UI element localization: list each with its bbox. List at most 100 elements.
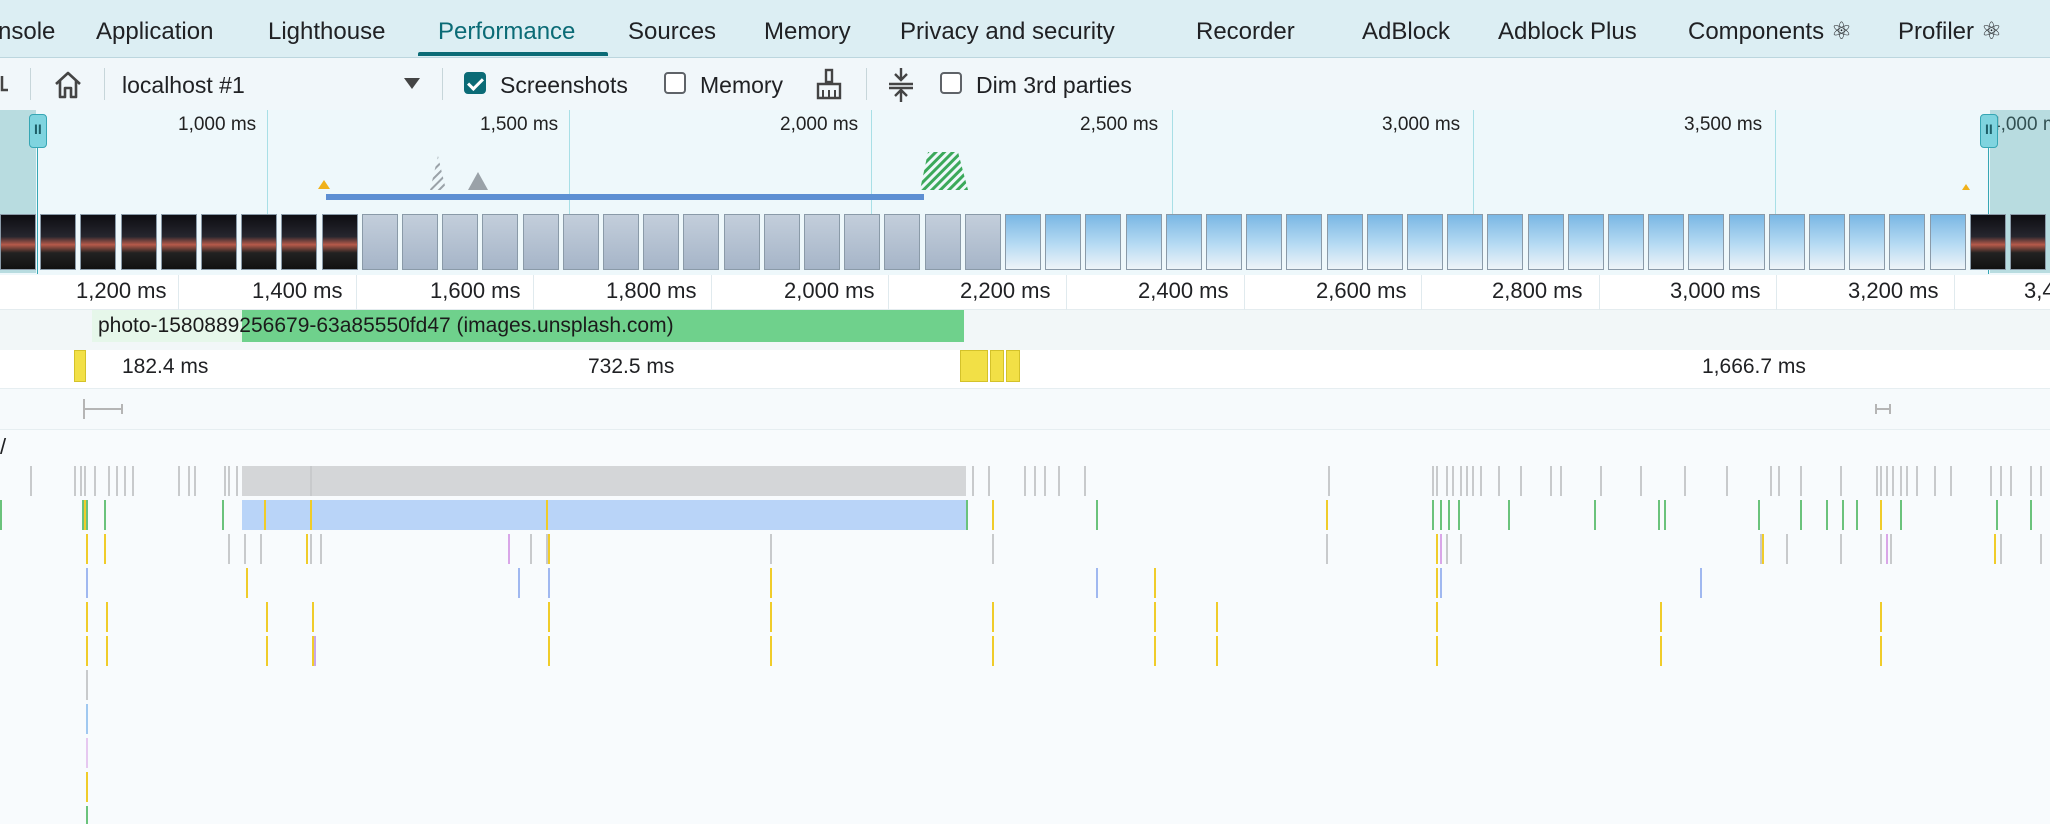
flame-chart-event[interactable] [1886, 466, 1888, 496]
flame-chart-event[interactable] [1826, 500, 1828, 530]
flame-chart-event[interactable] [132, 466, 134, 496]
frame-block[interactable] [74, 350, 86, 382]
flame-chart-event[interactable] [1216, 602, 1218, 632]
screenshot-thumbnail[interactable] [322, 214, 358, 270]
flame-chart-event[interactable] [1326, 534, 1328, 564]
dim-3rd-parties-label[interactable]: Dim 3rd parties [976, 58, 1132, 110]
flame-chart-event[interactable] [86, 806, 88, 824]
home-icon[interactable] [52, 70, 84, 100]
screenshot-thumbnail[interactable] [1447, 214, 1483, 270]
flame-chart-event[interactable] [548, 602, 550, 632]
flame-chart-event[interactable] [2000, 466, 2002, 496]
screenshot-thumbnail[interactable] [1286, 214, 1322, 270]
screenshot-thumbnail[interactable] [1005, 214, 1041, 270]
screenshot-thumbnail[interactable] [1648, 214, 1684, 270]
tab-performance[interactable]: Performance [438, 0, 575, 57]
clear-icon[interactable] [0, 74, 10, 94]
flame-chart-event[interactable] [966, 500, 968, 530]
screenshot-thumbnail[interactable] [884, 214, 920, 270]
flame-chart-event[interactable] [1096, 500, 1098, 530]
flame-chart-event[interactable] [1446, 466, 1448, 496]
flame-chart-event[interactable] [1770, 466, 1772, 496]
flame-chart-event[interactable] [94, 466, 96, 496]
flame-chart-event[interactable] [1024, 466, 1026, 496]
flame-chart-event[interactable] [548, 534, 550, 564]
flame-chart-event[interactable] [1096, 568, 1098, 598]
flame-chart-event[interactable] [108, 466, 110, 496]
flame-chart-event[interactable] [1880, 534, 1882, 564]
flame-chart-event[interactable] [1900, 500, 1902, 530]
flame-chart-event[interactable] [1446, 534, 1448, 564]
flame-chart-event[interactable] [1700, 568, 1702, 598]
flame-chart-event[interactable] [1842, 500, 1844, 530]
flame-chart-event[interactable] [1440, 568, 1442, 598]
flame-chart-event[interactable] [1480, 466, 1482, 496]
flame-chart-event[interactable] [1800, 466, 1802, 496]
flame-chart-event[interactable] [86, 602, 88, 632]
flame-chart-event[interactable] [86, 568, 88, 598]
screenshot-thumbnail[interactable] [804, 214, 840, 270]
screenshot-thumbnail[interactable] [925, 214, 961, 270]
flame-chart-event[interactable] [1472, 466, 1474, 496]
flame-chart-event[interactable] [86, 704, 88, 734]
flame-chart-event[interactable] [0, 500, 2, 530]
screenshot-thumbnail[interactable] [1367, 214, 1403, 270]
screenshot-filmstrip[interactable] [0, 214, 2050, 272]
flame-chart-event[interactable] [1452, 466, 1454, 496]
flame-chart-event[interactable] [1550, 466, 1552, 496]
screenshot-thumbnail[interactable] [965, 214, 1001, 270]
flame-chart-event[interactable] [1996, 500, 1998, 530]
flame-chart-event[interactable] [1640, 466, 1642, 496]
flame-chart-event[interactable] [1758, 500, 1760, 530]
flame-chart-event[interactable] [224, 466, 226, 496]
flame-chart-event[interactable] [1600, 466, 1602, 496]
flame-chart-event[interactable] [2040, 466, 2042, 496]
screenshot-thumbnail[interactable] [1487, 214, 1523, 270]
flame-chart-event[interactable] [2010, 466, 2012, 496]
tab-recorder[interactable]: Recorder [1196, 0, 1295, 57]
flame-chart-event[interactable] [1890, 534, 1892, 564]
screenshot-thumbnail[interactable] [80, 214, 116, 270]
flame-chart-event[interactable] [1778, 466, 1780, 496]
flame-chart-event[interactable] [1880, 602, 1882, 632]
flame-chart-event[interactable] [1906, 466, 1908, 496]
flame-chart-event[interactable] [1436, 534, 1438, 564]
flame-chart-event[interactable] [1216, 636, 1218, 666]
flame-chart-event[interactable] [236, 466, 238, 496]
flame-chart-event[interactable] [86, 772, 88, 802]
flame-chart-event[interactable] [2000, 534, 2002, 564]
flame-chart-event[interactable] [86, 636, 88, 666]
timeline-overview[interactable]: 1,000 ms 1,500 ms 2,000 ms 2,500 ms 3,00… [0, 110, 2050, 277]
flame-chart-event[interactable] [260, 534, 262, 564]
flame-chart-event[interactable] [1880, 500, 1882, 530]
flame-chart-event[interactable] [1466, 466, 1468, 496]
tab-profiler[interactable]: Profiler ⚛ [1898, 0, 2002, 57]
flame-chart-event[interactable] [1658, 500, 1660, 530]
flame-chart-event[interactable] [546, 500, 548, 530]
flame-chart-event[interactable] [306, 534, 308, 564]
flame-chart-event[interactable] [770, 534, 772, 564]
screenshot-thumbnail[interactable] [724, 214, 760, 270]
flame-chart-event[interactable] [1154, 602, 1156, 632]
memory-checkbox[interactable] [664, 72, 686, 94]
flame-chart-event[interactable] [1440, 534, 1442, 564]
screenshot-thumbnail[interactable] [603, 214, 639, 270]
tab-adblock-plus[interactable]: Adblock Plus [1498, 0, 1637, 57]
screenshot-thumbnail[interactable] [402, 214, 438, 270]
flame-chart-event[interactable] [1762, 534, 1764, 564]
flame-chart-event[interactable] [548, 636, 550, 666]
flame-chart-event[interactable] [1990, 466, 1992, 496]
flame-chart-event[interactable] [1786, 534, 1788, 564]
screenshot-thumbnail[interactable] [1729, 214, 1765, 270]
screenshot-thumbnail[interactable] [1246, 214, 1282, 270]
flame-chart-event[interactable] [1660, 636, 1662, 666]
flame-chart-event[interactable] [1856, 500, 1858, 530]
flame-chart-event[interactable] [1916, 466, 1918, 496]
flame-chart-event[interactable] [530, 534, 532, 564]
screenshot-thumbnail[interactable] [281, 214, 317, 270]
memory-label[interactable]: Memory [700, 58, 783, 110]
screenshot-thumbnail[interactable] [161, 214, 197, 270]
flame-chart-event[interactable] [770, 568, 772, 598]
frame-block[interactable] [960, 350, 988, 382]
flame-chart-event[interactable] [770, 602, 772, 632]
